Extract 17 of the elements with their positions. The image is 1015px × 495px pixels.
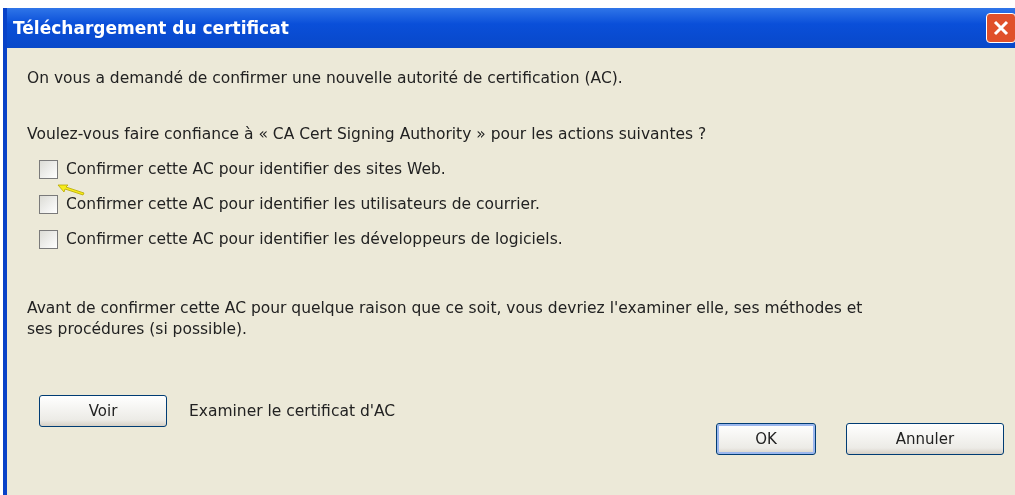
checkbox[interactable] <box>39 230 58 249</box>
option-label: Confirmer cette AC pour identifier les développeurs de logiciels. <box>66 229 563 250</box>
view-description: Examiner le certificat d'AC <box>189 400 396 422</box>
cancel-button[interactable]: Annuler <box>846 423 1004 455</box>
question-text: Voulez-vous faire confiance à « CA Cert Signing Authority » pour les actions suivantes ? <box>27 124 708 145</box>
ok-button[interactable]: OK <box>716 423 816 455</box>
option-label: Confirmer cette AC pour identifier des sites Web. <box>66 159 446 180</box>
checkbox[interactable] <box>39 195 58 214</box>
checkbox[interactable] <box>39 160 58 179</box>
arrow-icon <box>57 184 85 196</box>
warning-text: Avant de confirmer cette AC pour quelque raison que ce soit, vous devriez l'examiner elle, ses méthodes et ses procédures (si possible). <box>27 298 864 340</box>
window-title: Téléchargement du certificat <box>13 18 289 38</box>
view-button[interactable]: Voir <box>39 395 167 427</box>
option-label: Confirmer cette AC pour identifier les utilisateurs de courrier. <box>66 194 540 215</box>
intro-text: On vous a demandé de confirmer une nouvelle autorité de certification (AC). <box>27 68 624 89</box>
close-icon <box>992 19 1010 37</box>
close-button[interactable] <box>986 13 1015 43</box>
